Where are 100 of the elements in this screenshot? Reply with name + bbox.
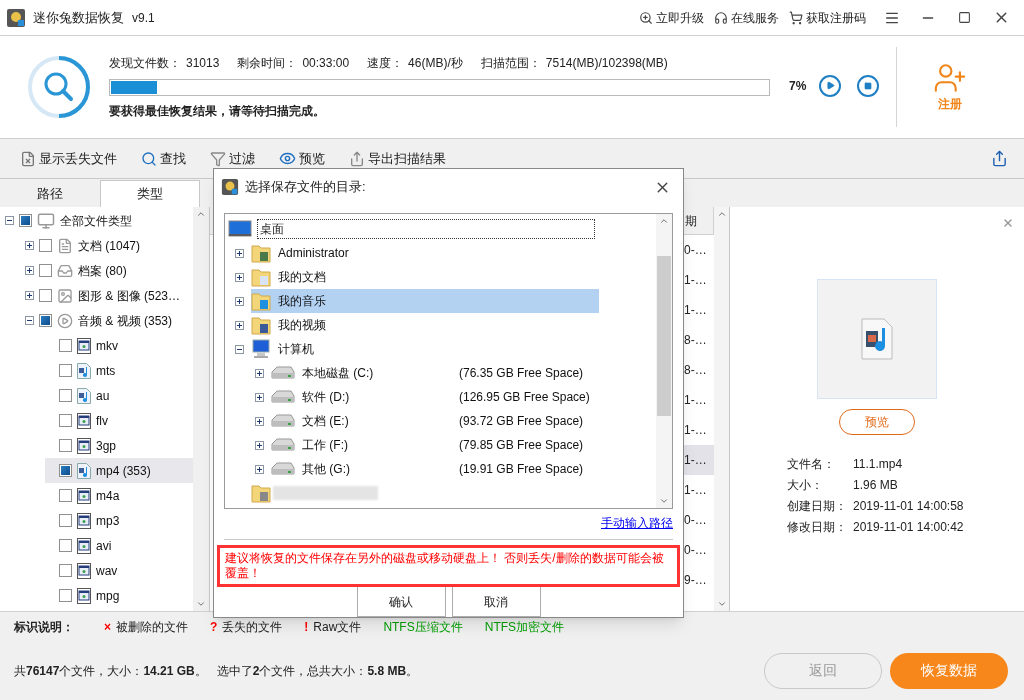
expand-icon[interactable] [235,248,244,258]
checkbox[interactable] [59,389,72,402]
expand-icon[interactable] [235,320,244,330]
checkbox[interactable] [39,239,52,252]
tray-icon [57,262,73,279]
checkbox[interactable] [59,539,72,552]
scrollbar[interactable] [656,214,672,508]
tree-label: mp4 (353) [96,462,151,480]
checkbox[interactable] [59,339,72,352]
expand-icon[interactable] [255,440,264,450]
video-file-icon [77,487,91,504]
checkbox[interactable] [59,364,72,377]
toolbar-button[interactable]: 查找 [141,148,186,169]
folder-label: 其他 (G:) [302,461,351,478]
tree-item[interactable]: 3gp [45,433,193,458]
checkbox[interactable] [59,414,72,427]
folder-label[interactable]: 桌面 [257,219,595,239]
tree-item[interactable]: flv [45,408,193,433]
expand-icon[interactable] [255,416,264,426]
tree-item[interactable]: 音频 & 视频 (353) [25,308,193,333]
checkbox[interactable] [59,589,72,602]
checkbox[interactable] [59,564,72,577]
scan-hint: 要获得最佳恢复结果，请等待扫描完成。 [109,103,326,120]
tree-item[interactable]: avi [45,533,193,558]
share-icon[interactable] [991,150,1008,167]
dialog-button[interactable]: 取消 [451,587,541,617]
stat-value: 46(MB)/秒 [408,55,463,72]
toolbar-button[interactable]: 过滤 [210,148,255,169]
folder-label: 我的视频 [278,317,327,334]
expand-icon[interactable] [235,296,244,306]
tree-item[interactable]: mp4 (353) [45,458,193,483]
play-button[interactable] [819,74,842,97]
checkbox[interactable] [39,264,52,277]
scrollbar[interactable] [193,207,209,611]
stop-button[interactable] [857,74,880,97]
tree-item[interactable]: au [45,383,193,408]
title-link[interactable]: 在线服务 [714,8,779,27]
folder-item[interactable]: 我的音乐 [251,289,599,313]
tree-item[interactable]: 图形 & 图像 (523… [25,283,193,308]
collapse-icon[interactable] [25,316,34,325]
folder-item[interactable]: 计算机 [251,337,599,361]
folder-item[interactable]: 文档 (E:) (93.72 GB Free Space) [271,409,619,433]
title-link[interactable]: 获取注册码 [789,8,866,27]
expand-icon[interactable] [255,392,264,402]
stat-label: 速度： [367,55,404,72]
expand-icon[interactable] [235,272,244,282]
folder-item[interactable]: 工作 (F:) (79.85 GB Free Space) [271,433,619,457]
scroll-up-icon[interactable] [196,209,206,219]
manual-path-link[interactable]: 手动输入路径 [601,514,673,532]
tree-item[interactable]: 全部文件类型 [5,208,193,233]
toolbar-button[interactable]: 显示丢失文件 [20,148,117,169]
expand-icon[interactable] [255,464,264,474]
folder-item[interactable]: 我的文档 [251,265,599,289]
scroll-down-icon[interactable] [659,496,669,506]
progress-percent: 7% [789,77,807,95]
toolbar-button[interactable]: 导出扫描结果 [349,148,446,169]
tree-label: avi [96,537,112,555]
dialog-button[interactable]: 确认 [356,587,446,617]
toolbar-button[interactable]: 预览 [279,148,325,169]
folder-label: 我的文档 [278,269,327,286]
tree-item[interactable]: 文档 (1047) [25,233,193,258]
checkbox[interactable] [59,489,72,502]
scrollbar[interactable] [714,207,730,611]
video-file-icon [77,337,91,354]
folder-item[interactable]: 本地磁盘 (C:) (76.35 GB Free Space) [271,361,619,385]
tree-item[interactable]: mts [45,358,193,383]
collapse-icon[interactable] [235,344,244,354]
expand-icon[interactable] [25,241,34,250]
expand-icon[interactable] [25,291,34,300]
expand-icon[interactable] [255,368,264,378]
title-link[interactable]: 立即升级 [639,8,704,27]
checkbox[interactable] [39,314,52,327]
tree-item[interactable]: mp3 [45,508,193,533]
tree-item[interactable]: mpg [45,583,193,608]
user-plus-icon [933,61,968,95]
scroll-up-icon[interactable] [659,216,669,226]
checkbox[interactable] [59,439,72,452]
tree-item[interactable]: wav [45,558,193,583]
checkbox[interactable] [39,289,52,302]
checkbox[interactable] [59,514,72,527]
folder-item[interactable]: 软件 (D:) (126.95 GB Free Space) [271,385,619,409]
expand-icon[interactable] [25,266,34,275]
tree-item[interactable]: m4a [45,483,193,508]
tab[interactable]: 类型 [100,180,200,207]
folder-icon [251,243,271,263]
status-total: 共76147个文件，大小：14.21 GB。 [14,662,207,680]
column-header[interactable]: 期 [684,207,714,235]
folder-label: Administrator [278,245,350,262]
folder-item[interactable]: 其他 (G:) (19.91 GB Free Space) [271,457,619,481]
scroll-down-icon[interactable] [196,599,206,609]
checkbox[interactable] [19,214,32,227]
folder-item[interactable]: 我的视频 [251,313,599,337]
tree-item[interactable]: 档案 (80) [25,258,193,283]
scroll-down-icon[interactable] [716,599,727,609]
folder-item[interactable]: Administrator [251,241,599,265]
scroll-up-icon[interactable] [716,209,727,219]
checkbox[interactable] [59,464,72,477]
collapse-icon[interactable] [5,216,14,225]
maximize-icon[interactable] [958,11,971,24]
tree-item[interactable]: mkv [45,333,193,358]
